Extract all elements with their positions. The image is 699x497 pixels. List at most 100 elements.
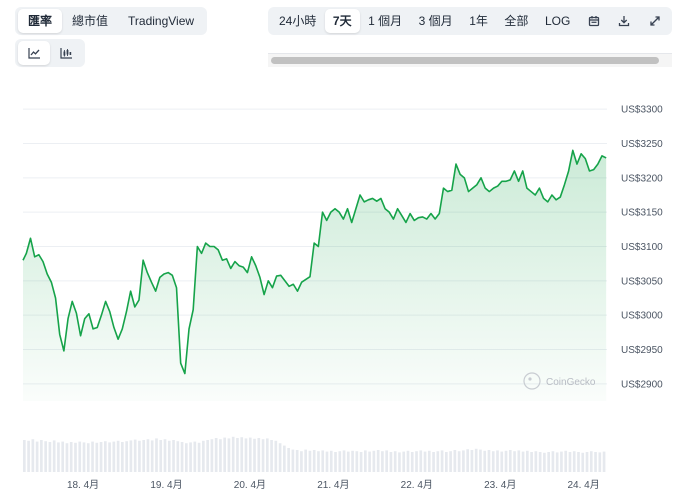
y-tick-label: US$3050	[621, 276, 663, 287]
volume-bar	[325, 451, 329, 472]
volume-bar	[308, 450, 312, 472]
volume-bar	[300, 451, 303, 472]
volume-bar	[274, 440, 278, 472]
volume-bar	[236, 438, 239, 472]
volume-bar	[385, 450, 388, 472]
volume-bar	[142, 440, 146, 472]
coingecko-logo-eye	[528, 377, 532, 381]
volume-bar	[453, 450, 457, 472]
volume-bar	[602, 451, 606, 472]
volume-bar	[321, 450, 325, 472]
volume-bar	[389, 452, 393, 472]
volume-bar	[257, 438, 261, 472]
x-tick-label: 18. 4月	[67, 479, 99, 491]
volume-bar	[445, 452, 448, 472]
volume-bar	[206, 440, 209, 472]
volume-bar	[184, 443, 188, 472]
volume-bar	[432, 452, 435, 472]
volume-bar	[95, 442, 99, 472]
volume-bars	[23, 436, 606, 472]
x-tick-label: 20. 4月	[234, 479, 266, 491]
volume-bar	[376, 450, 380, 472]
volume-bar	[65, 443, 69, 472]
volume-bar	[500, 451, 504, 472]
volume-bar	[265, 438, 269, 472]
volume-bar	[594, 452, 597, 472]
volume-bar	[163, 439, 167, 472]
volume-bar	[202, 440, 205, 472]
volume-bar	[462, 450, 465, 472]
y-tick-label: US$3250	[621, 139, 663, 150]
volume-bar	[197, 442, 201, 472]
volume-bar	[291, 449, 295, 472]
y-tick-label: US$3300	[621, 105, 663, 116]
volume-bar	[103, 441, 107, 472]
y-tick-label: US$2950	[621, 345, 663, 356]
watermark-text: CoinGecko	[546, 377, 596, 388]
volume-bar	[589, 451, 593, 472]
volume-bar	[372, 450, 376, 472]
volume-bar	[295, 450, 299, 472]
price-chart: US$2900 US$2950 US$3000 US$3050 US$3100 US$31…	[22, 105, 663, 491]
y-axis: US$2900 US$2950 US$3000 US$3050 US$3100 US$31…	[621, 105, 663, 391]
volume-bar	[526, 450, 529, 472]
volume-bar	[253, 438, 256, 472]
volume-bar	[393, 451, 397, 472]
volume-bar	[27, 440, 30, 472]
x-tick-label: 21. 4月	[317, 479, 349, 491]
x-tick-label: 23. 4月	[484, 479, 516, 491]
volume-bar	[159, 440, 163, 472]
x-tick-label: 22. 4月	[401, 479, 433, 491]
volume-bar	[61, 441, 65, 472]
volume-bar	[479, 449, 482, 472]
volume-bar	[99, 442, 103, 472]
volume-bar	[423, 451, 427, 472]
volume-bar	[35, 441, 39, 472]
volume-bar	[283, 445, 286, 472]
volume-bar	[466, 449, 469, 472]
volume-bar	[547, 452, 550, 472]
volume-bar	[440, 450, 444, 472]
y-tick-label: US$3000	[621, 311, 663, 322]
volume-bar	[555, 452, 559, 472]
volume-bar	[427, 450, 431, 472]
volume-bar	[551, 451, 555, 472]
volume-bar	[150, 440, 154, 472]
volume-bar	[572, 451, 576, 472]
volume-bar	[172, 440, 175, 472]
volume-bar	[44, 441, 47, 472]
volume-bar	[52, 440, 56, 472]
volume-bar	[176, 441, 180, 472]
volume-bar	[368, 451, 371, 472]
volume-bar	[415, 451, 418, 472]
volume-bar	[312, 450, 316, 472]
y-tick-label: US$3150	[621, 208, 663, 219]
volume-bar	[530, 452, 533, 472]
volume-bar	[74, 442, 77, 472]
volume-bar	[402, 451, 406, 472]
volume-bar	[504, 450, 508, 472]
volume-bar	[398, 452, 401, 472]
x-tick-label: 24. 4月	[568, 479, 600, 491]
volume-bar	[564, 450, 568, 472]
volume-bar	[270, 440, 273, 472]
x-tick-label: 19. 4月	[150, 479, 182, 491]
volume-bar	[48, 442, 52, 472]
volume-bar	[381, 451, 384, 472]
volume-bar	[129, 440, 133, 472]
volume-bar	[167, 440, 171, 472]
x-axis: 18. 4月 19. 4月 20. 4月 21. 4月 22. 4月 23. 4月 24. …	[67, 479, 600, 491]
volume-bar	[210, 439, 214, 472]
volume-bar	[248, 437, 252, 472]
y-tick-label: US$2900	[621, 379, 663, 390]
volume-bar	[86, 443, 90, 472]
volume-bar	[287, 448, 290, 472]
volume-bar	[436, 451, 440, 472]
volume-bar	[568, 452, 572, 472]
volume-bar	[581, 452, 585, 472]
volume-bar	[346, 451, 350, 472]
volume-bar	[155, 438, 158, 472]
volume-bar	[244, 438, 248, 472]
volume-bar	[359, 452, 363, 472]
volume-bar	[517, 450, 521, 472]
